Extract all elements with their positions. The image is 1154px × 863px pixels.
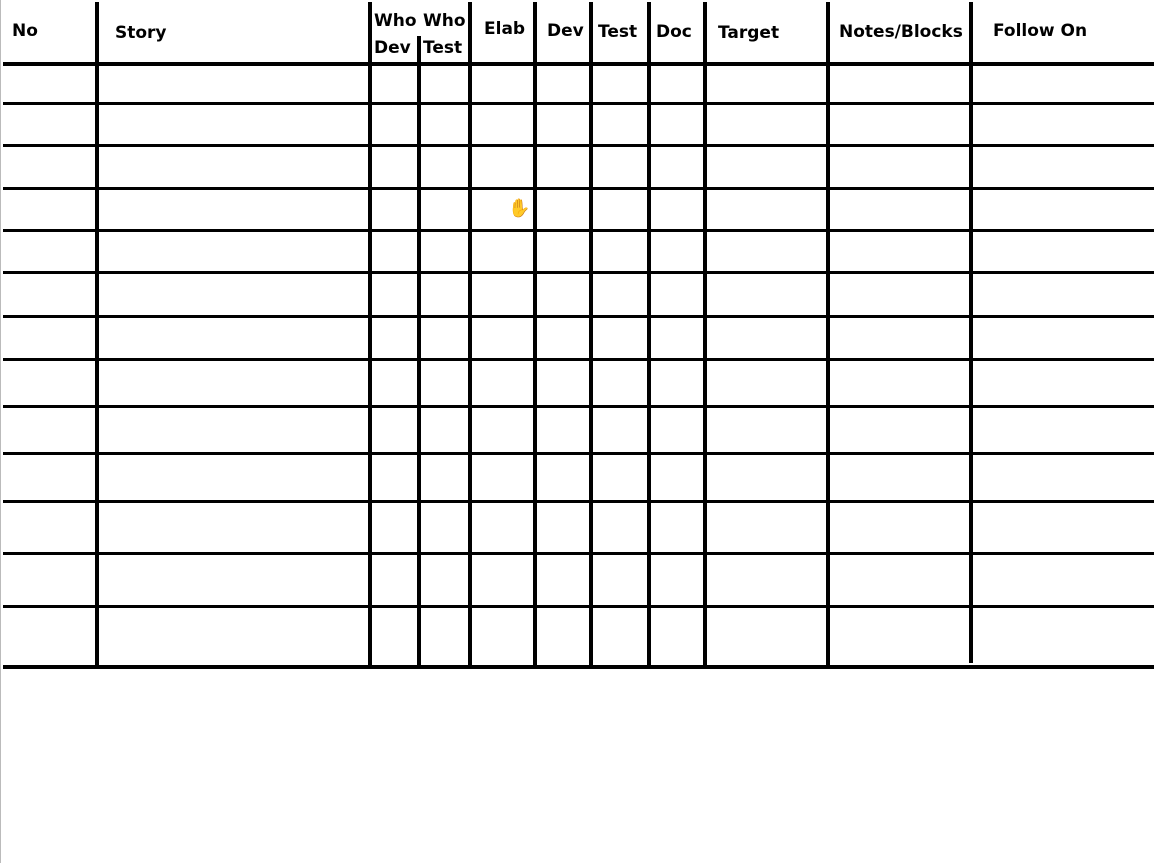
column-header-label: Target	[718, 23, 780, 43]
header-divider	[3, 62, 1154, 66]
column-header-label: Dev	[547, 21, 584, 41]
column-header-label: Test	[598, 22, 638, 42]
column-header-label: Doc	[656, 22, 692, 42]
row-divider	[3, 229, 1154, 232]
row-divider	[3, 144, 1154, 147]
row-divider	[3, 552, 1154, 555]
column-header-sublabel: Dev	[374, 38, 411, 58]
row-divider	[3, 358, 1154, 361]
column-header: Story	[115, 22, 167, 44]
column-header-label: Story	[115, 23, 167, 43]
column-header-label: Notes/Blocks	[839, 22, 963, 42]
column-header: Test	[598, 21, 637, 43]
column-header-label: Who	[423, 11, 466, 31]
column-header: Who Dev	[374, 8, 417, 62]
row-divider	[3, 605, 1154, 608]
row-divider	[3, 452, 1154, 455]
column-header: Who Test	[423, 8, 466, 62]
row-divider	[3, 500, 1154, 503]
column-header: Dev	[547, 20, 584, 42]
column-header-label: Follow On	[993, 21, 1088, 41]
row-divider	[3, 405, 1154, 408]
hand-cursor-icon: ✋	[508, 198, 531, 219]
row-divider	[3, 187, 1154, 190]
left-edge-divider	[0, 0, 1, 863]
column-header-label: Elab	[484, 19, 526, 39]
column-header: Target	[718, 22, 779, 44]
column-header: No	[12, 20, 38, 42]
story-board-table: ✋ No Story Who Dev Who Test Elab Dev Test Doc Targ…	[0, 0, 1154, 863]
column-header: Doc	[656, 21, 692, 43]
column-header-sublabel: Test	[423, 38, 463, 58]
row-divider	[3, 271, 1154, 274]
column-header-label: Who	[374, 11, 417, 31]
row-divider	[3, 102, 1154, 105]
column-divider	[417, 36, 421, 668]
column-header: Notes/Blocks	[839, 21, 963, 43]
column-header: Follow On	[993, 20, 1087, 42]
column-header: Elab	[484, 18, 525, 40]
column-header-label: No	[12, 21, 38, 41]
row-divider	[3, 665, 1154, 669]
row-divider	[3, 315, 1154, 318]
